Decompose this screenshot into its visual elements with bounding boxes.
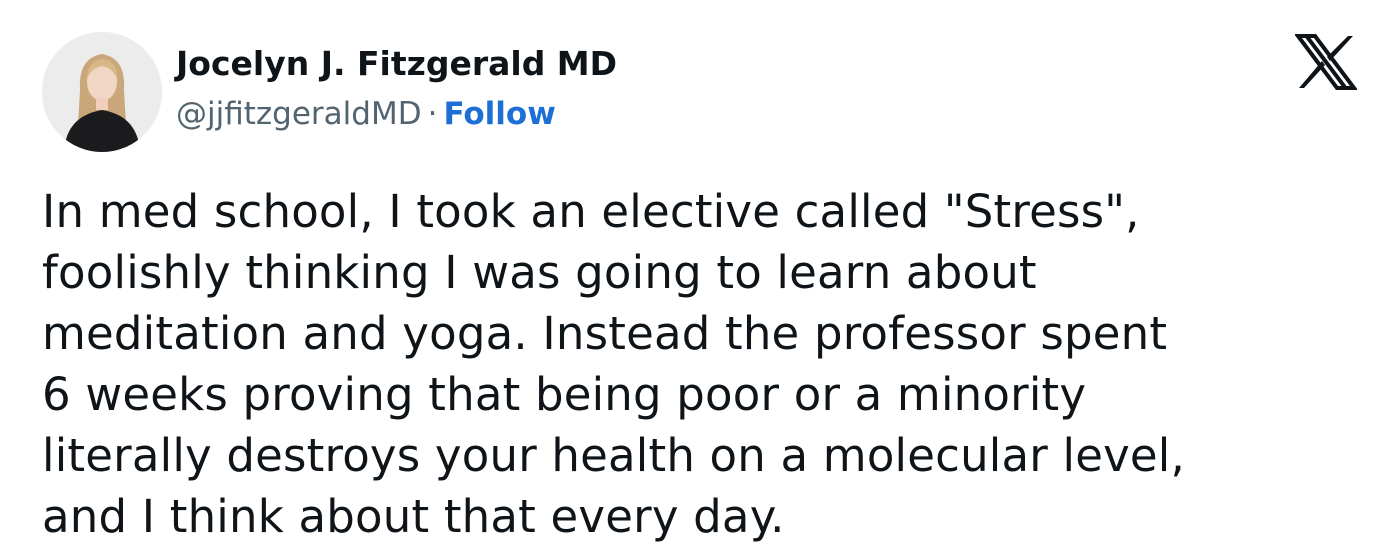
post-text: In med school, I took an elective called… <box>42 181 1362 547</box>
author-handle[interactable]: @jjfitzgeraldMD <box>176 96 422 132</box>
post-line: and I think about that every day. <box>42 490 785 543</box>
avatar[interactable] <box>42 32 162 152</box>
separator-dot: · <box>427 96 438 132</box>
author-name[interactable]: Jocelyn J. Fitzgerald MD <box>176 42 617 86</box>
x-logo-icon[interactable] <box>1294 34 1358 90</box>
post-line: In med school, I took an elective called… <box>42 185 1140 238</box>
post-header: Jocelyn J. Fitzgerald MD @jjfitzgeraldMD… <box>176 42 617 134</box>
avatar-photo <box>42 32 162 152</box>
post-line: foolishly thinking I was going to learn … <box>42 246 1037 299</box>
post-card: Jocelyn J. Fitzgerald MD @jjfitzgeraldMD… <box>0 0 1392 560</box>
post-line: 6 weeks proving that being poor or a min… <box>42 368 1087 421</box>
post-line: meditation and yoga. Instead the profess… <box>42 307 1168 360</box>
follow-button[interactable]: Follow <box>443 96 555 132</box>
author-subline: @jjfitzgeraldMD · Follow <box>176 94 617 134</box>
post-line: literally destroys your health on a mole… <box>42 429 1186 482</box>
